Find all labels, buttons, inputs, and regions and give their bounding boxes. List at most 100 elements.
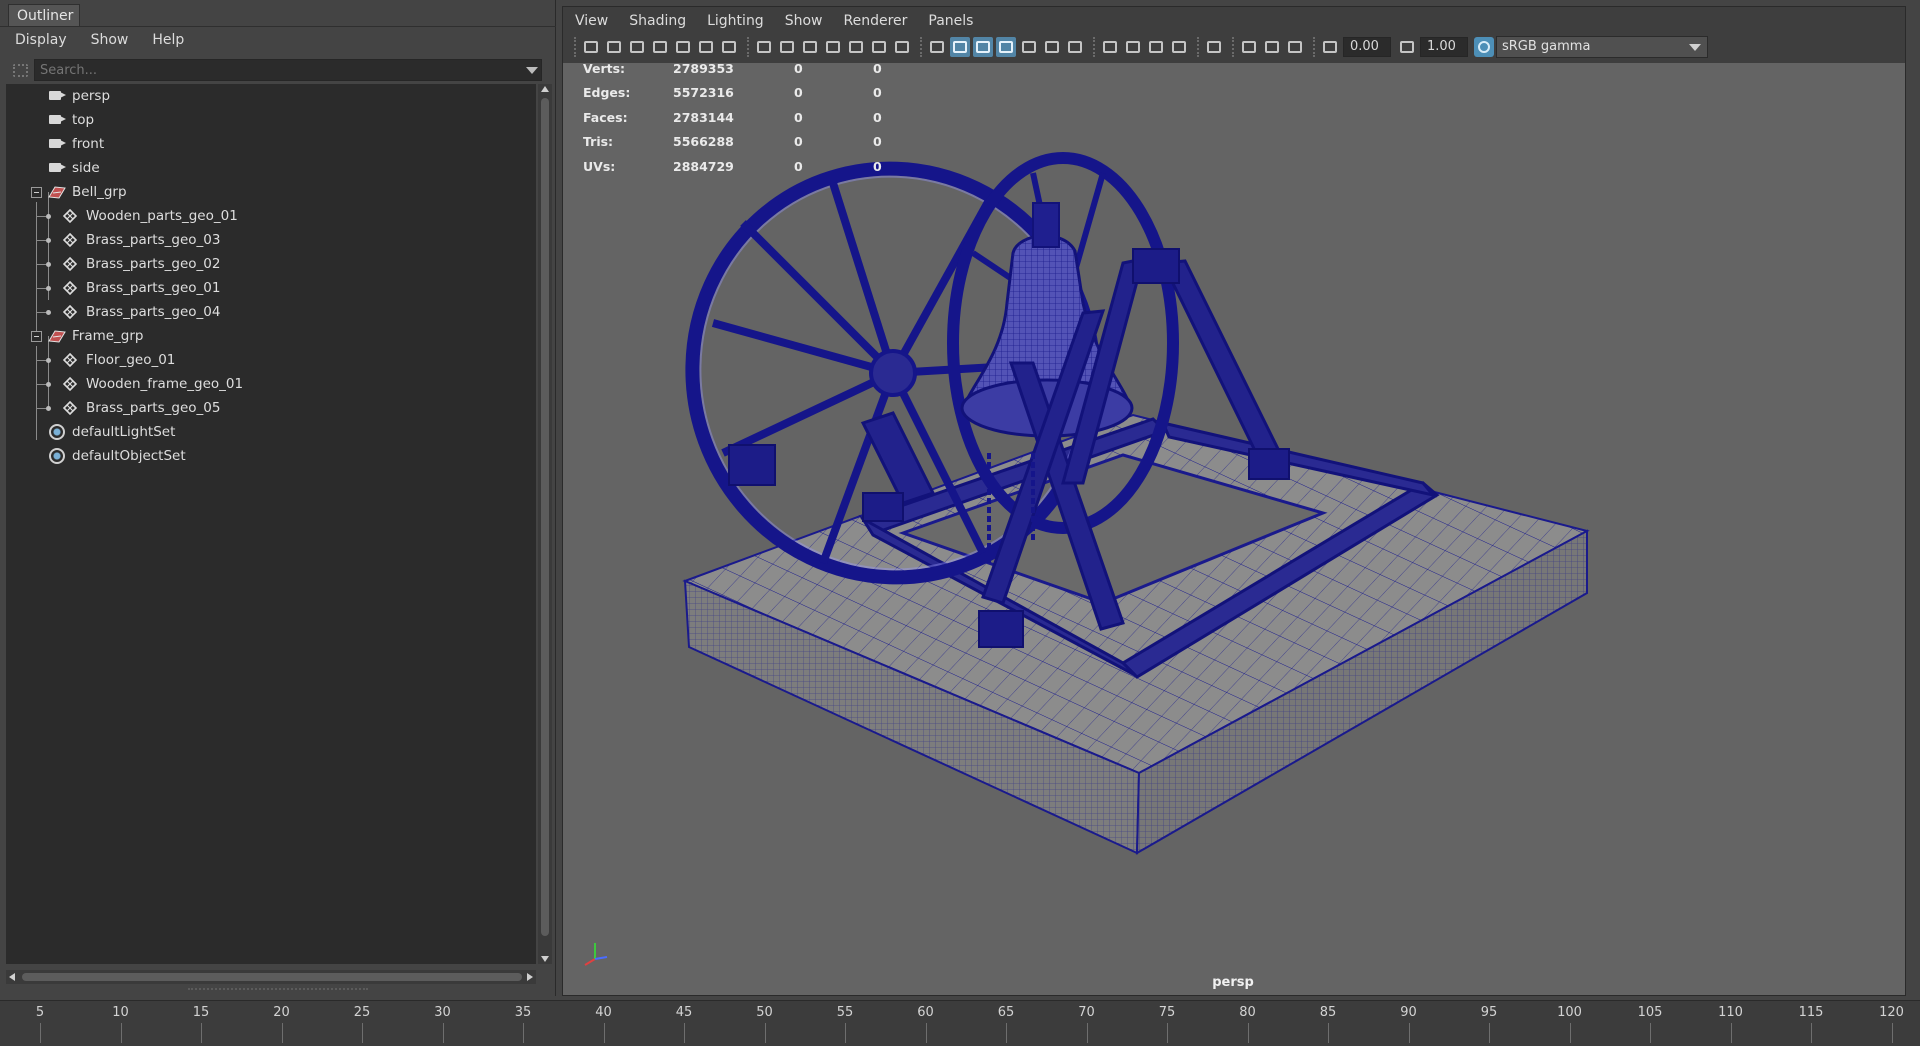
resolution-gate-icon[interactable] [800,37,820,57]
image-plane-icon[interactable] [673,37,693,57]
timeline-tick-label: 120 [1879,1005,1904,1020]
outliner-item-persp[interactable]: persp [6,84,536,108]
default-material-icon[interactable] [973,37,993,57]
gamma-icon[interactable] [1397,37,1417,57]
outliner-menu-bar: Display Show Help [0,28,193,52]
motion-blur-icon[interactable] [1123,37,1143,57]
field-chart-icon[interactable] [846,37,866,57]
menu-show[interactable]: Show [76,28,138,52]
outliner-item-brass-parts-geo-03[interactable]: Brass_parts_geo_03 [6,228,536,252]
collapse-toggle-icon[interactable] [31,331,42,342]
exposure-field[interactable]: 0.00 [1343,37,1391,57]
bullet-icon [46,262,51,267]
color-management-icon[interactable] [1474,37,1494,57]
timeline-tick [362,1023,363,1043]
timeline-tick-label: 110 [1718,1005,1743,1020]
outliner-item-floor-geo-01[interactable]: Floor_geo_01 [6,348,536,372]
menu-panels[interactable]: Panels [916,9,982,33]
menu-help[interactable]: Help [137,28,193,52]
gate-mask-icon[interactable] [823,37,843,57]
outliner-item-brass-parts-geo-05[interactable]: Brass_parts_geo_05 [6,396,536,420]
exposure-icon[interactable] [1320,37,1340,57]
horizontal-scrollbar[interactable] [6,970,536,984]
outliner-item-top[interactable]: top [6,108,536,132]
safe-action-icon[interactable] [869,37,889,57]
textured-icon[interactable] [1019,37,1039,57]
outliner-item-side[interactable]: side [6,156,536,180]
collapse-toggle-icon[interactable] [31,187,42,198]
film-gate-icon[interactable] [777,37,797,57]
safe-title-icon[interactable] [892,37,912,57]
outliner-item-default-light-set[interactable]: defaultLightSet [6,420,536,444]
scroll-right-icon[interactable] [527,973,533,981]
hud-value: 2884729 [673,158,734,174]
scroll-left-icon[interactable] [9,973,15,981]
outliner-item-wooden-parts-geo-01[interactable]: Wooden_parts_geo_01 [6,204,536,228]
xray-joints-icon[interactable] [1285,37,1305,57]
menu-shading[interactable]: Shading [617,9,695,33]
wireframe-icon[interactable] [927,37,947,57]
scroll-down-icon[interactable] [541,956,549,962]
bookmarks-icon[interactable] [627,37,647,57]
maya-window: Outliner Display Show Help persp [0,0,1920,1046]
menu-lighting[interactable]: Lighting [695,9,773,33]
screen-space-ao-icon[interactable] [1100,37,1120,57]
time-slider[interactable]: 5 10 15 20 25 30 35 40 45 50 55 60 65 70 75 80 85 90 95 100… [0,1000,1920,1046]
menu-view[interactable]: View [563,9,617,33]
xray-active-icon[interactable] [1262,37,1282,57]
anti-aliasing-icon[interactable] [1146,37,1166,57]
vertical-scrollbar[interactable] [538,84,552,964]
gamma-field[interactable]: 1.00 [1420,37,1468,57]
smooth-shade-icon[interactable] [950,37,970,57]
menu-display[interactable]: Display [0,28,76,52]
outliner-item-front[interactable]: front [6,132,536,156]
grid-icon[interactable] [754,37,774,57]
hud-value: 0 [873,85,882,101]
tree-line [36,264,46,265]
toolbar-separator [1232,37,1234,57]
use-all-lights-icon[interactable] [1042,37,1062,57]
tree-line [36,288,46,289]
timeline-tick [523,1023,524,1043]
hud-value: 0 [794,63,803,76]
search-input[interactable] [34,59,542,82]
wireframe-on-shaded-icon[interactable] [996,37,1016,57]
menu-show[interactable]: Show [773,9,832,33]
timeline-tick [1569,1023,1571,1043]
depth-of-field-icon[interactable] [1169,37,1189,57]
bookmark-icon[interactable] [650,37,670,57]
chevron-down-icon[interactable] [526,66,538,74]
outliner-item-bell-grp[interactable]: Bell_grp [6,180,536,204]
outliner-item-default-object-set[interactable]: defaultObjectSet [6,444,536,468]
scroll-thumb[interactable] [22,973,522,981]
isolate-select-icon[interactable] [1204,37,1224,57]
grease-pencil-icon[interactable] [719,37,739,57]
toolbar-separator [1313,37,1315,57]
filter-icon[interactable] [6,58,34,82]
outliner-item-brass-parts-geo-02[interactable]: Brass_parts_geo_02 [6,252,536,276]
timeline-tick [1811,1023,1812,1043]
viewport-canvas[interactable]: Verts: 2789353 0 0 Edges: 5572316 0 0 Fa… [563,63,1905,995]
hud-value: 0 [794,109,803,125]
2d-pan-zoom-icon[interactable] [696,37,716,57]
color-space-dropdown[interactable]: sRGB gamma [1496,36,1708,58]
select-camera-icon[interactable] [581,37,601,57]
shadows-icon[interactable] [1065,37,1085,57]
outliner-item-wooden-frame-geo-01[interactable]: Wooden_frame_geo_01 [6,372,536,396]
scroll-thumb[interactable] [541,98,549,936]
outliner-item-frame-grp[interactable]: Frame_grp [6,324,536,348]
bullet-icon [46,382,51,387]
hud-label: Tris: [583,134,614,150]
mesh-icon [63,401,77,415]
scroll-up-icon[interactable] [541,86,549,92]
outliner-tab[interactable]: Outliner [8,4,80,26]
camera-attributes-icon[interactable] [604,37,624,57]
outliner-item-brass-parts-geo-01[interactable]: Brass_parts_geo_01 [6,276,536,300]
outliner-item-brass-parts-geo-04[interactable]: Brass_parts_geo_04 [6,300,536,324]
menu-renderer[interactable]: Renderer [831,9,916,33]
bell-model-wireframe [682,152,1590,855]
timeline-tick-label: 105 [1637,1005,1663,1020]
hud-value: 2789353 [673,63,734,76]
resize-grip[interactable] [188,988,368,992]
xray-icon[interactable] [1239,37,1259,57]
